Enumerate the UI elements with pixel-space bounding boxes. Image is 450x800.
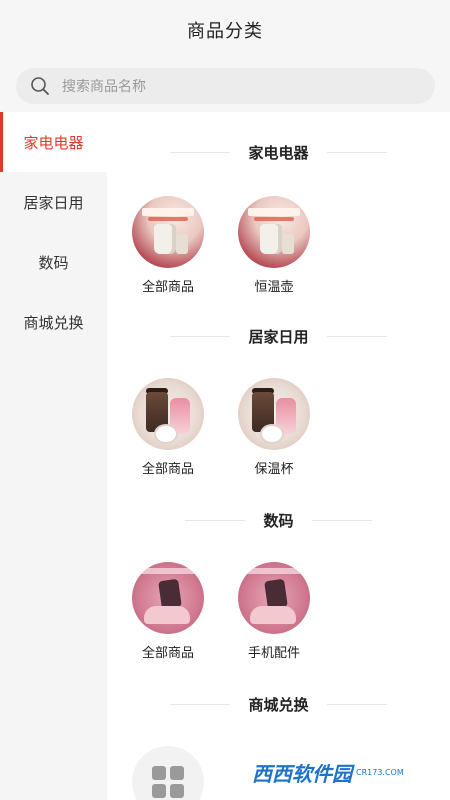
category-label: 全部商品 — [141, 280, 194, 295]
section-title-text: 居家日用 — [248, 327, 309, 346]
category-label: 全部商品 — [141, 462, 194, 477]
search-placeholder: 搜索商品名称 — [62, 79, 146, 95]
category-thumbnail — [238, 196, 310, 268]
section-title-digital: 数码 — [107, 508, 450, 532]
page-title: 商品分类 — [187, 21, 263, 42]
section-title-text: 家电电器 — [248, 143, 309, 162]
divider — [170, 151, 231, 153]
sidebar-item-digital[interactable]: 数码 — [0, 232, 107, 292]
watermark-logo: 西西软件园 CR173.COM — [252, 752, 430, 792]
divider — [326, 151, 387, 153]
category-thermo-kettle[interactable]: 恒温壶 — [229, 196, 319, 295]
sidebar-item-home[interactable]: 居家日用 — [0, 172, 107, 232]
sidebar-item-label: 家电电器 — [23, 133, 84, 152]
category-label: 手机配件 — [247, 646, 300, 661]
category-thumbnail — [238, 378, 310, 450]
divider — [170, 703, 231, 705]
category-thumbnail — [132, 562, 204, 634]
watermark-text: 西西软件园 — [252, 761, 352, 786]
search-bar-container: 搜索商品名称 — [0, 60, 450, 112]
category-exchange-item[interactable] — [123, 746, 213, 800]
sidebar-item-exchange[interactable]: 商城兑换 — [0, 292, 107, 352]
category-label: 全部商品 — [141, 646, 194, 661]
category-content: 家电电器 全部商品 恒温壶 居家日用 全部商品 保温杯 数码 全部商品 手机配件… — [107, 112, 450, 800]
divider — [311, 519, 372, 521]
category-label: 保温杯 — [254, 462, 294, 477]
category-thermos-cup[interactable]: 保温杯 — [229, 378, 319, 477]
section-title-exchange: 商城兑换 — [107, 692, 450, 716]
section-title-appliances: 家电电器 — [107, 140, 450, 164]
category-all-digital[interactable]: 全部商品 — [123, 562, 213, 661]
search-icon — [31, 77, 49, 95]
sidebar-item-label: 居家日用 — [23, 193, 84, 212]
section-title-text: 商城兑换 — [248, 695, 309, 714]
section-title-home: 居家日用 — [107, 324, 450, 348]
divider — [170, 335, 231, 337]
category-thumbnail — [238, 562, 310, 634]
sidebar-item-label: 数码 — [38, 253, 69, 272]
category-phone-accessories[interactable]: 手机配件 — [229, 562, 319, 661]
sidebar-item-label: 商城兑换 — [23, 313, 84, 332]
sidebar-item-appliances[interactable]: 家电电器 — [0, 112, 107, 172]
category-thumbnail — [132, 378, 204, 450]
divider — [326, 335, 387, 337]
top-bar: 商品分类 — [0, 0, 450, 60]
category-thumbnail — [132, 746, 204, 800]
category-sidebar: 家电电器 居家日用 数码 商城兑换 — [0, 112, 107, 800]
section-title-text: 数码 — [263, 511, 294, 530]
divider — [326, 703, 387, 705]
category-all-appliances[interactable]: 全部商品 — [123, 196, 213, 295]
divider — [185, 519, 246, 521]
grid-icon — [152, 766, 184, 798]
category-label: 恒温壶 — [254, 280, 294, 295]
search-input[interactable]: 搜索商品名称 — [16, 68, 435, 104]
category-thumbnail — [132, 196, 204, 268]
watermark-subtext: CR173.COM — [356, 767, 404, 777]
category-all-home[interactable]: 全部商品 — [123, 378, 213, 477]
